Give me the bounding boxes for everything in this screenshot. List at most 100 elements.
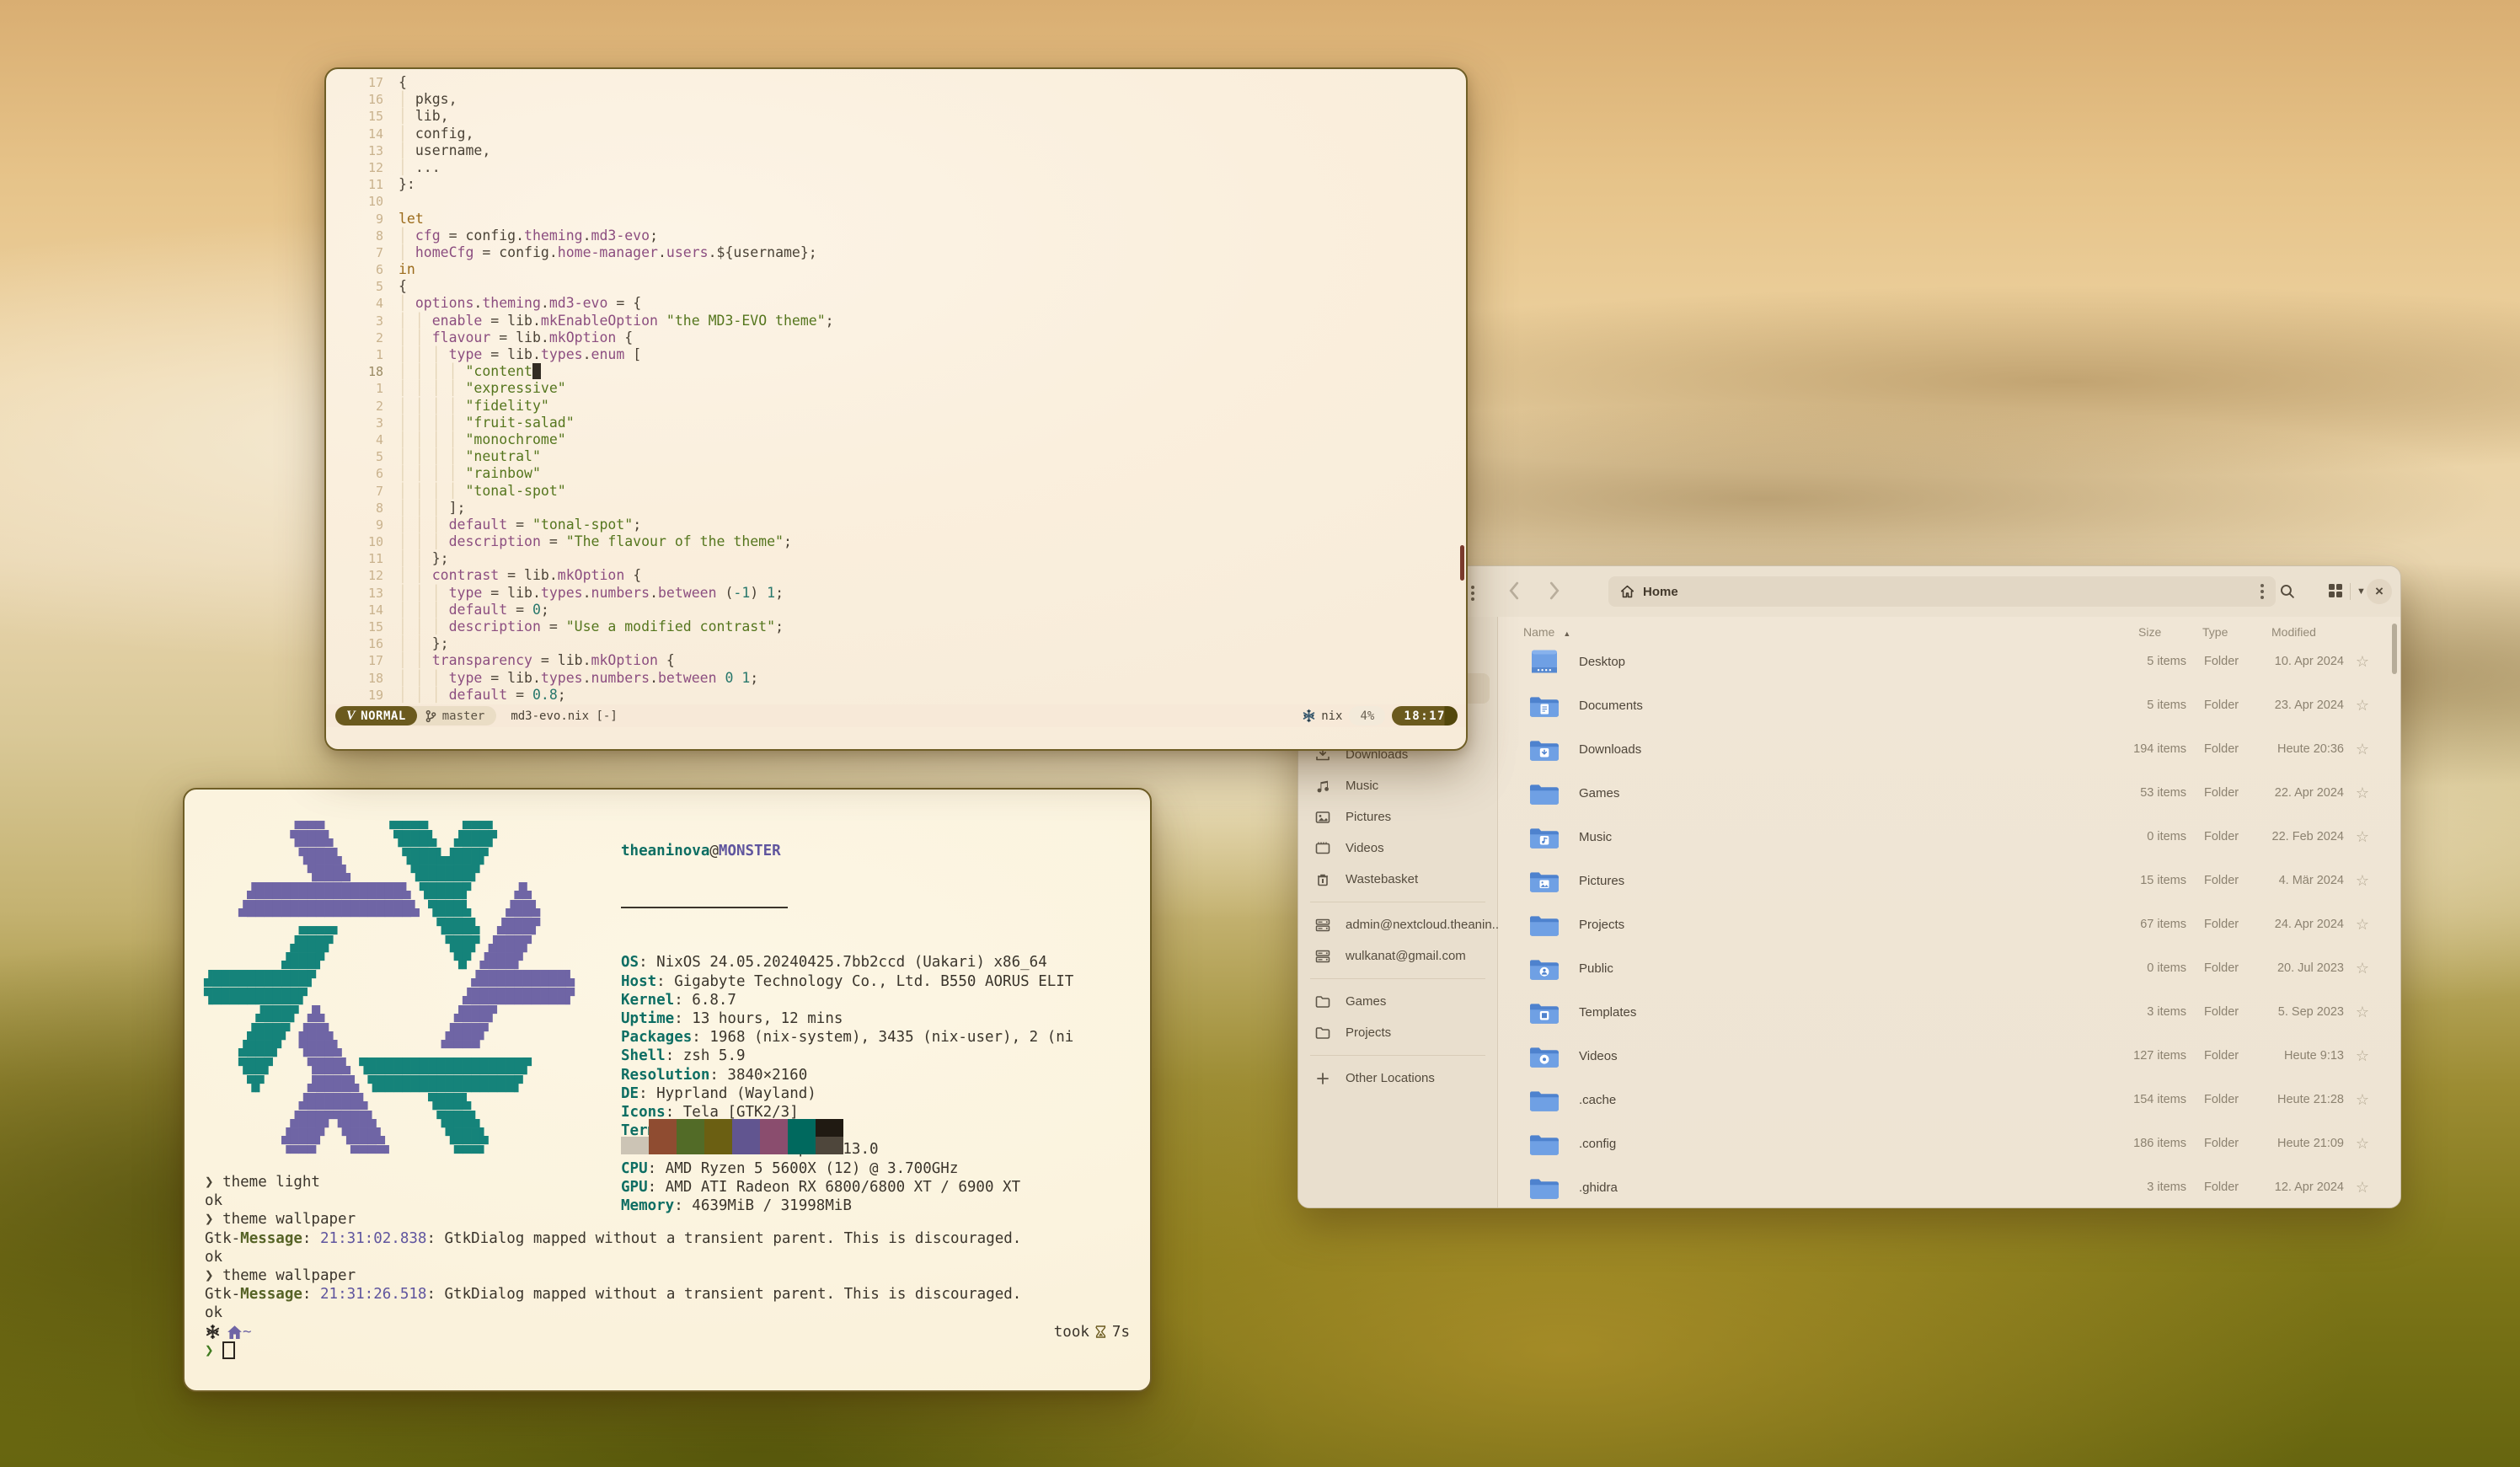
back-button[interactable] (1509, 581, 1519, 600)
table-row[interactable]: Public0 itemsFolder20. Jul 2023☆ (1498, 946, 2400, 990)
star-icon[interactable]: ☆ (2344, 872, 2381, 890)
star-icon[interactable]: ☆ (2344, 828, 2381, 846)
file-type: Folder (2186, 918, 2248, 931)
sidebar-item-pictures[interactable]: Pictures (1298, 801, 1497, 833)
sidebar-item-other-locations[interactable]: Other Locations (1298, 1063, 1497, 1094)
file-modified: Heute 21:28 (2248, 1093, 2344, 1106)
column-header-type[interactable]: Type (2202, 625, 2228, 639)
fetch-info-line: DE: Hyprland (Wayland) (621, 1084, 1073, 1103)
table-row[interactable]: Music0 itemsFolder22. Feb 2024☆ (1498, 815, 2400, 859)
file-size: 3 items (2035, 1181, 2186, 1194)
file-type: Folder (2186, 874, 2248, 887)
command-duration: took 7s (1054, 1323, 1130, 1341)
folder-icon (1529, 693, 1560, 718)
sidebar-item-wastebasket[interactable]: Wastebasket (1298, 864, 1497, 895)
grid-view-button[interactable] (2328, 583, 2343, 598)
fetch-label: Kernel (621, 992, 674, 1009)
sidebar-item-label: Games (1346, 994, 1386, 1009)
sidebar-item-videos[interactable]: Videos (1298, 833, 1497, 864)
path-bar[interactable]: Home (1608, 576, 2276, 607)
table-row[interactable]: Documents5 itemsFolder23. Apr 2024☆ (1498, 683, 2400, 727)
table-row[interactable]: Templates3 itemsFolder5. Sep 2023☆ (1498, 990, 2400, 1034)
fetch-value: : 1968 (nix-system), 3435 (nix-user), 2 … (692, 1029, 1073, 1046)
palette-swatch (788, 1137, 816, 1154)
sidebar-item-wulkanat-gmail-com[interactable]: wulkanat@gmail.com (1298, 940, 1497, 972)
editor-scrollbar[interactable] (1460, 545, 1464, 581)
file-size: 0 items (2035, 961, 2186, 975)
sidebar-item-projects[interactable]: Projects (1298, 1017, 1497, 1048)
sidebar-item-music[interactable]: Music (1298, 770, 1497, 801)
column-header-name[interactable]: Name▲ (1523, 625, 1570, 639)
home-icon (1620, 585, 1635, 598)
git-branch-segment: master (407, 706, 497, 725)
file-name: Desktop (1560, 655, 2035, 669)
code-text: │ │ │ type = lib.types.numbers.between 0… (399, 670, 758, 687)
code-text: }: (399, 176, 415, 193)
file-name: Games (1560, 786, 2035, 800)
search-button[interactable] (2279, 583, 2295, 599)
file-type: Folder (2186, 786, 2248, 800)
editor-code[interactable]: 17{16│ pkgs,15│ lib,14│ config,13│ usern… (326, 74, 1466, 704)
star-icon[interactable]: ☆ (2344, 697, 2381, 715)
star-icon[interactable]: ☆ (2344, 784, 2381, 802)
server-icon (1314, 948, 1331, 965)
star-icon[interactable]: ☆ (2344, 653, 2381, 671)
star-icon[interactable]: ☆ (2344, 1091, 2381, 1109)
folder-icon (1529, 736, 1560, 762)
table-row[interactable]: Pictures15 itemsFolder4. Mär 2024☆ (1498, 859, 2400, 902)
code-line: 2│ │ │ │ "fidelity" (326, 398, 1466, 415)
code-line: 17│ │ transparency = lib.mkOption { (326, 652, 1466, 669)
folder-icon (1529, 1087, 1560, 1112)
table-row[interactable]: Videos127 itemsFolderHeute 9:13☆ (1498, 1034, 2400, 1078)
line-number: 1 (326, 380, 399, 397)
star-icon[interactable]: ☆ (2344, 916, 2381, 934)
title-underline (621, 898, 788, 908)
music-icon (1314, 778, 1331, 795)
star-icon[interactable]: ☆ (2344, 1004, 2381, 1021)
column-header-modified[interactable]: Modified (2271, 625, 2316, 639)
table-row[interactable]: .ghidra3 itemsFolder12. Apr 2024☆ (1498, 1165, 2400, 1208)
star-icon[interactable]: ☆ (2344, 741, 2381, 758)
code-text: │ │ │ │ "neutral" (399, 448, 541, 465)
sidebar-item-games[interactable]: Games (1298, 986, 1497, 1017)
table-row[interactable]: .cache154 itemsFolderHeute 21:28☆ (1498, 1078, 2400, 1122)
table-row[interactable]: Games53 itemsFolder22. Apr 2024☆ (1498, 771, 2400, 815)
star-icon[interactable]: ☆ (2344, 1179, 2381, 1197)
table-row[interactable]: Downloads194 itemsFolderHeute 20:36☆ (1498, 727, 2400, 771)
editor-window: 17{16│ pkgs,15│ lib,14│ config,13│ usern… (324, 67, 1468, 751)
list-scrollbar[interactable] (2392, 624, 2397, 674)
line-number: 2 (326, 398, 399, 415)
line-number: 12 (326, 159, 399, 176)
view-options-caret[interactable]: ▼ (2357, 586, 2366, 597)
file-modified: 24. Apr 2024 (2248, 918, 2344, 931)
code-text: │ │ │ │ "content (399, 363, 541, 380)
file-modified: 10. Apr 2024 (2248, 655, 2344, 668)
star-icon[interactable]: ☆ (2344, 960, 2381, 977)
column-header-size[interactable]: Size (2138, 625, 2161, 639)
chevron-left-icon (1509, 581, 1519, 600)
star-icon[interactable]: ☆ (2344, 1135, 2381, 1153)
shell-scrollback[interactable]: ❯ theme lightok❯ theme wallpaperGtk-Mess… (205, 1173, 1130, 1360)
line-number: 18 (326, 670, 399, 687)
file-type: Folder (2186, 1005, 2248, 1019)
code-line: 15│ lib, (326, 108, 1466, 125)
line-number: 7 (326, 483, 399, 500)
table-row[interactable]: Desktop5 itemsFolder10. Apr 2024☆ (1498, 640, 2400, 683)
file-name: Downloads (1560, 742, 2035, 757)
path-menu-kebab-icon[interactable] (2261, 581, 2264, 602)
shell-prompt[interactable]: ❯ (205, 1341, 1130, 1360)
chevron-right-icon (1549, 581, 1560, 600)
sidebar-menu-kebab-icon[interactable] (1471, 583, 1474, 603)
code-line: 5{ (326, 278, 1466, 295)
code-line: 4│ │ │ │ "monochrome" (326, 431, 1466, 448)
file-size: 154 items (2035, 1093, 2186, 1106)
star-icon[interactable]: ☆ (2344, 1047, 2381, 1065)
sidebar-item-admin-nextcloud-theanin-[interactable]: admin@nextcloud.theanin... (1298, 909, 1497, 940)
close-button[interactable]: × (2367, 579, 2392, 604)
hourglass-icon (1095, 1325, 1106, 1339)
forward-button[interactable] (1549, 581, 1560, 600)
table-row[interactable]: .config186 itemsFolderHeute 21:09☆ (1498, 1122, 2400, 1165)
table-row[interactable]: Projects67 itemsFolder24. Apr 2024☆ (1498, 902, 2400, 946)
palette-swatch (704, 1137, 732, 1154)
line-number: 12 (326, 567, 399, 584)
